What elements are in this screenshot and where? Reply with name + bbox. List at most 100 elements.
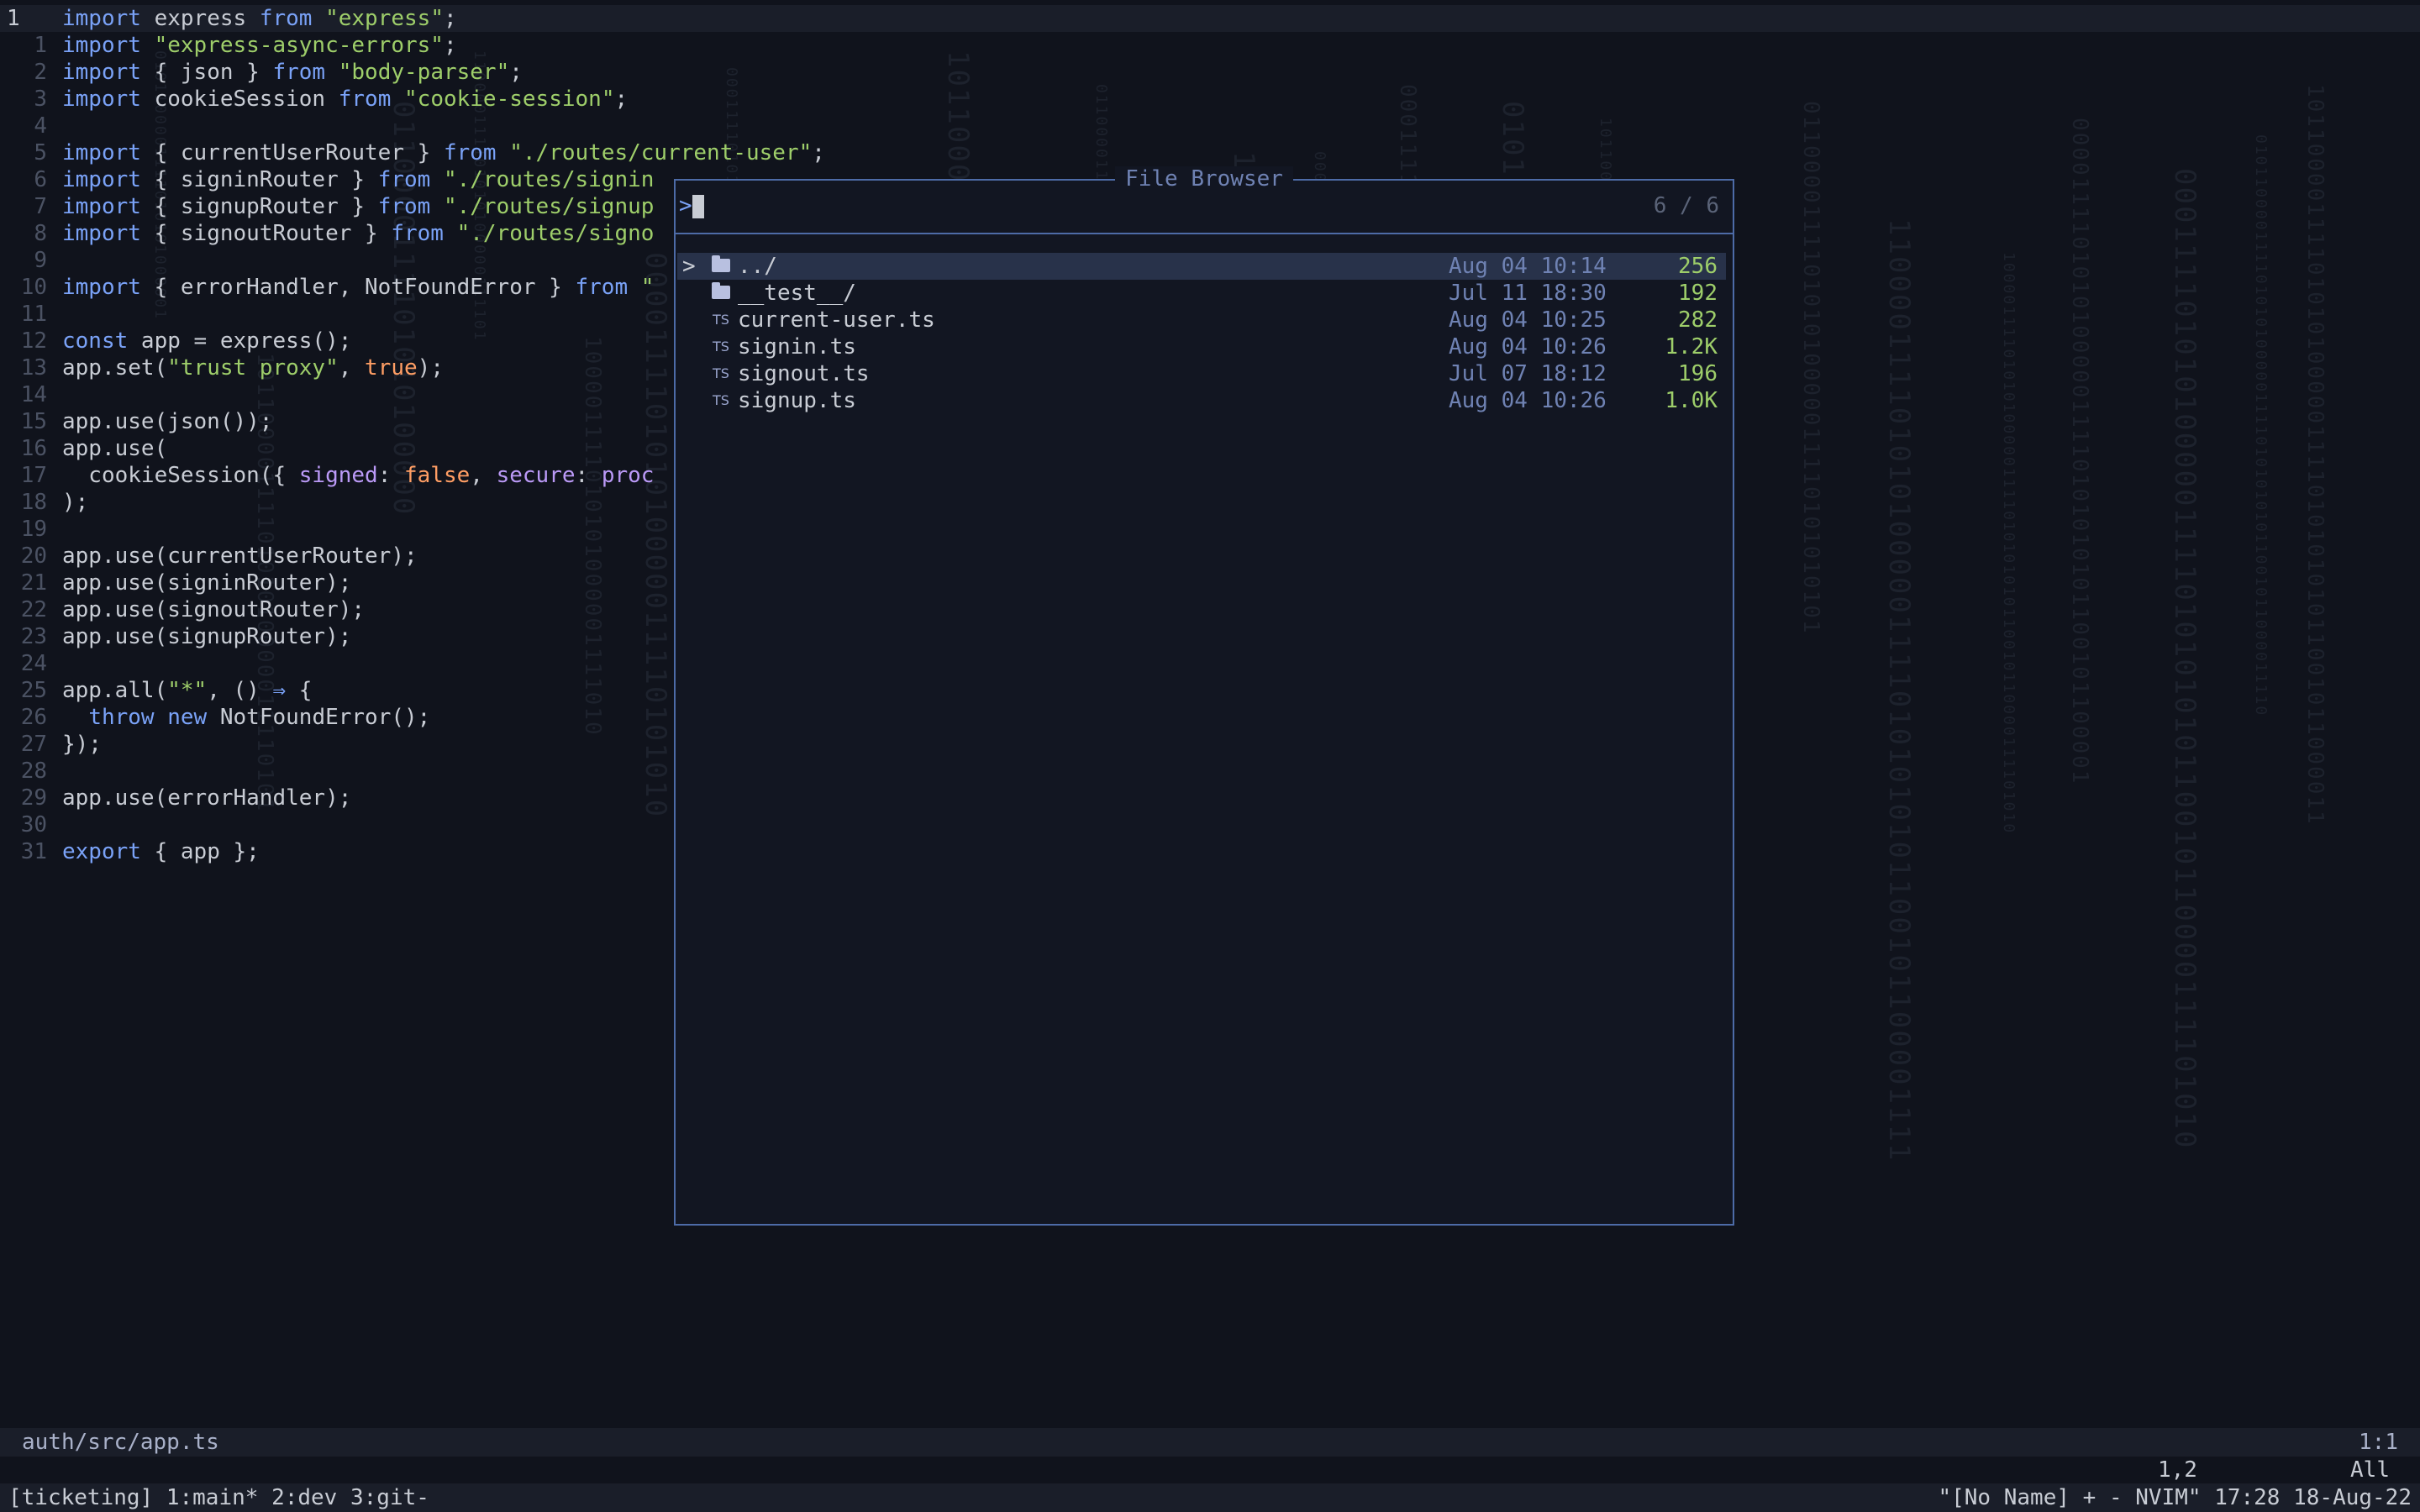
line-number: 25 — [20, 678, 47, 703]
code-token: ; — [509, 60, 523, 85]
tmux-status-right: "[No Name] + - NVIM" 17:28 18-Aug-22 — [1938, 1485, 2412, 1510]
code-token: from — [272, 60, 326, 85]
code-token: { — [286, 678, 313, 703]
line-number: 9 — [34, 248, 47, 273]
folder-icon — [709, 280, 733, 307]
code-token: ); — [62, 490, 89, 515]
code-token: : — [575, 463, 602, 488]
tmux-window-list[interactable]: [ticketing] 1:main* 2:dev 3:git- — [8, 1483, 429, 1512]
code-token: app.use(signoutRouter); — [62, 597, 366, 622]
code-line[interactable]: 1 import "express-async-errors"; — [0, 32, 2420, 59]
file-entry[interactable]: > ../ Aug 04 10:14 256 — [677, 253, 1726, 280]
code-token: { signoutRouter } — [140, 221, 392, 246]
file-size: 256 — [1678, 254, 1718, 279]
file-name: ../ — [738, 254, 777, 279]
code-token: "./routes/current-user" — [509, 140, 813, 165]
file-entry[interactable]: TS signup.ts Aug 04 10:26 1.0K — [677, 387, 1726, 414]
line-number: 10 — [20, 275, 47, 300]
line-number: 2 — [34, 60, 47, 85]
code-token: signed — [298, 463, 378, 488]
code-token: cookieSession — [140, 87, 339, 112]
code-token: from — [443, 140, 497, 165]
code-token: app.use(signupRouter); — [62, 624, 352, 649]
code-token: }); — [62, 732, 102, 757]
file-entry[interactable]: TS signin.ts Aug 04 10:26 1.2K — [677, 333, 1726, 360]
code-token: from — [391, 221, 444, 246]
code-token: import — [62, 33, 141, 58]
file-entry[interactable]: TS signout.ts Jul 07 18:12 196 — [677, 360, 1726, 387]
code-token: , () — [207, 678, 273, 703]
line-number: 6 — [34, 167, 47, 192]
code-token: app.use(json()); — [62, 409, 273, 434]
code-token: ); — [417, 355, 444, 381]
file-entry[interactable]: TS current-user.ts Aug 04 10:25 282 — [677, 307, 1726, 333]
ruler-position: 1,2 — [2158, 1457, 2197, 1483]
code-token: { signupRouter } — [140, 194, 378, 219]
file-name: signout.ts — [738, 361, 870, 386]
code-line[interactable]: 5 import { currentUserRouter } from "./ro… — [0, 139, 2420, 166]
current-code-line[interactable]: 1 import express from "express"; — [0, 5, 2420, 32]
code-token: : — [377, 463, 404, 488]
file-entry[interactable]: __test__/ Jul 11 18:30 192 — [677, 280, 1726, 307]
code-token: throw — [88, 705, 155, 730]
code-token: "body-parser" — [338, 60, 510, 85]
file-name: current-user.ts — [738, 307, 935, 333]
code-token: app.use(signinRouter); — [62, 570, 352, 596]
code-line[interactable]: 4 — [0, 113, 2420, 139]
line-number: 17 — [20, 463, 47, 488]
vim-cmdline[interactable]: 1,2 All — [0, 1457, 2420, 1483]
code-token: cookieSession({ — [62, 463, 299, 488]
file-name: signup.ts — [738, 388, 856, 413]
line-number: 12 — [20, 328, 47, 354]
line-number: 11 — [20, 302, 47, 327]
code-token: ; — [812, 140, 825, 165]
file-browser-popup: File Browser > 6 / 6 > ../ Aug 04 10:14 256… — [674, 166, 1734, 1226]
file-size: 196 — [1678, 361, 1718, 386]
code-token: proc — [601, 463, 655, 488]
code-token: NotFoundError(); — [207, 705, 431, 730]
code-token: new — [167, 705, 208, 730]
file-browser-prompt-row[interactable]: > 6 / 6 — [679, 192, 1724, 219]
line-number: 24 — [20, 651, 47, 676]
code-line[interactable]: 2 import { json } from "body-parser"; — [0, 59, 2420, 86]
code-token: { json } — [140, 60, 273, 85]
code-token: app.set( — [62, 355, 168, 381]
code-token: { signinRouter } — [140, 167, 378, 192]
folder-icon — [709, 253, 733, 280]
file-size: 192 — [1678, 281, 1718, 306]
line-number: 13 — [20, 355, 47, 381]
code-line[interactable]: 3 import cookieSession from "cookie-sessi… — [0, 86, 2420, 113]
code-token: { currentUserRouter } — [140, 140, 444, 165]
code-token: import — [62, 275, 141, 300]
code-token: ; — [614, 87, 629, 112]
code-token: app = express(); — [128, 328, 352, 354]
selection-caret: > — [682, 254, 696, 279]
text-cursor — [692, 194, 704, 218]
line-number: 30 — [20, 812, 47, 837]
code-token: app.use(errorHandler); — [62, 785, 352, 811]
vim-statusline: auth/src/app.ts 1:1 — [0, 1428, 2420, 1457]
file-date: Aug 04 10:26 — [1449, 334, 1607, 360]
code-token: , — [338, 355, 366, 381]
line-number: 14 — [20, 382, 47, 407]
code-token: ⇒ — [272, 678, 287, 703]
code-token: export — [62, 839, 141, 864]
file-date: Aug 04 10:14 — [1449, 254, 1607, 279]
code-token: "trust proxy" — [167, 355, 339, 381]
line-number: 4 — [34, 113, 47, 139]
file-date: Aug 04 10:26 — [1449, 388, 1607, 413]
code-token: { app }; — [140, 839, 260, 864]
line-number: 21 — [20, 570, 47, 596]
code-token: import — [62, 167, 141, 192]
ruler-scroll: All — [2350, 1457, 2390, 1483]
code-token: "./routes/signup — [443, 194, 655, 219]
code-token: from — [575, 275, 629, 300]
code-token: ; — [443, 33, 457, 58]
